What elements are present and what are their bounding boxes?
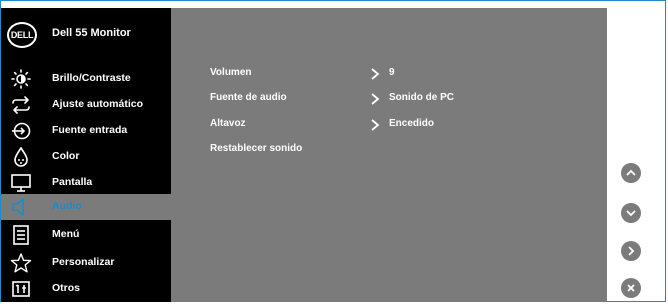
menu-label: Personalizar <box>52 256 115 268</box>
others-icon <box>12 281 30 297</box>
setting-label: Volumen <box>210 67 252 78</box>
chevron-right-icon <box>371 93 380 105</box>
menu-item-others[interactable]: Otros <box>1 276 171 302</box>
down-button[interactable] <box>621 203 641 223</box>
speaker-icon <box>12 198 24 216</box>
setting-label: Fuente de audio <box>210 92 287 103</box>
setting-row-volume[interactable]: Volumen 9 <box>210 67 600 83</box>
chevron-right-icon <box>371 119 380 131</box>
color-icon <box>14 147 28 167</box>
monitor-title: Dell 55 Monitor <box>52 27 131 39</box>
auto-adjust-icon <box>12 96 30 114</box>
dell-logo: DELL <box>7 22 37 48</box>
menu-label: Ajuste automático <box>52 98 144 110</box>
menu-item-brightness-contrast[interactable]: Brillo/Contraste <box>1 66 171 92</box>
menu-item-menu[interactable]: Menú <box>1 222 171 248</box>
setting-value: Encedido <box>389 118 435 129</box>
osd-menu: DELL Dell 55 Monitor Brillo/Contraste Aj… <box>1 8 607 302</box>
close-icon <box>627 284 635 292</box>
menu-item-display[interactable]: Pantalla <box>1 170 171 196</box>
setting-value: 9 <box>389 67 395 78</box>
chevron-up-icon <box>626 169 636 176</box>
setting-value: Sonido de PC <box>389 92 454 103</box>
chevron-right-icon <box>628 246 635 256</box>
audio-settings-panel: Volumen 9 Fuente de audio Sonido de PC A… <box>171 8 607 302</box>
menu-item-personalize[interactable]: Personalizar <box>1 250 171 276</box>
menu-label: Color <box>52 150 80 162</box>
setting-label: Altavoz <box>210 118 246 129</box>
menu-item-color[interactable]: Color <box>1 144 171 170</box>
setting-row-reset-audio[interactable]: Restablecer sonido <box>210 143 600 159</box>
brand-header: DELL Dell 55 Monitor <box>1 8 171 58</box>
right-button[interactable] <box>621 241 641 261</box>
sidebar: DELL Dell 55 Monitor Brillo/Contraste Aj… <box>1 8 171 302</box>
menu-label: Otros <box>52 282 81 294</box>
menu-label: Pantalla <box>52 176 93 188</box>
display-icon <box>11 174 31 192</box>
menu-label: Menú <box>52 228 80 240</box>
menu-item-audio[interactable]: Audio <box>1 194 171 220</box>
chevron-down-icon <box>626 210 636 217</box>
setting-row-audio-source[interactable]: Fuente de audio Sonido de PC <box>210 92 600 108</box>
star-icon <box>10 253 32 273</box>
setting-label: Restablecer sonido <box>210 143 303 154</box>
menu-item-input-source[interactable]: Fuente entrada <box>1 118 171 144</box>
brightness-icon <box>11 69 31 89</box>
input-source-icon <box>12 122 31 140</box>
menu-label: Audio <box>52 200 82 212</box>
setting-row-speaker[interactable]: Altavoz Encedido <box>210 118 600 134</box>
close-button[interactable] <box>621 278 641 298</box>
menu-item-auto-adjust[interactable]: Ajuste automático <box>1 92 171 118</box>
menu-icon <box>13 225 29 245</box>
menu-label: Fuente entrada <box>52 124 128 136</box>
chevron-right-icon <box>371 68 380 80</box>
up-button[interactable] <box>621 163 641 183</box>
menu-label: Brillo/Contraste <box>52 72 131 84</box>
